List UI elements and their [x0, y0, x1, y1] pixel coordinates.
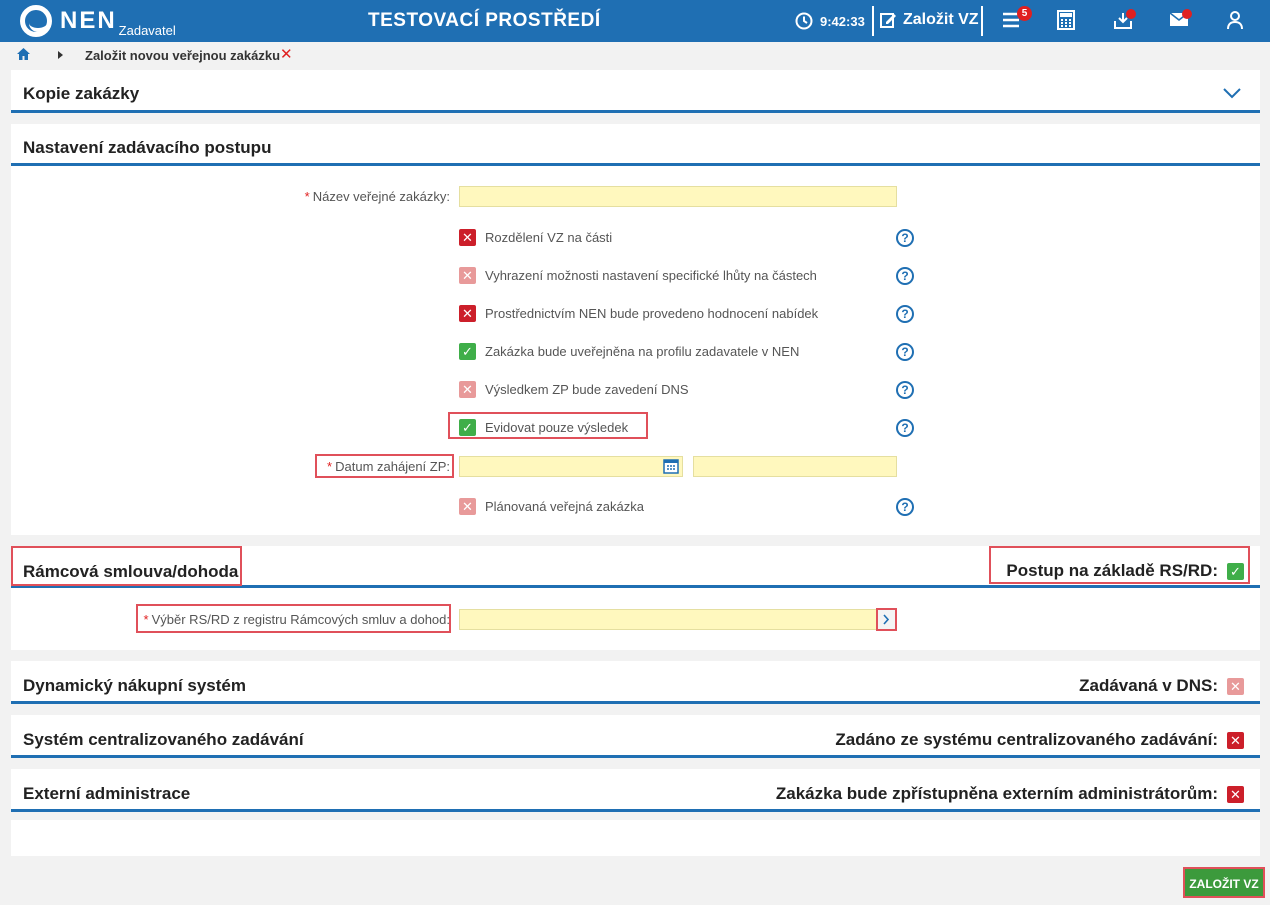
option-row[interactable]: ✕ Rozdělení VZ na části — [459, 229, 612, 246]
logo-text: NEN — [60, 7, 117, 34]
central-toggle-label: Zadáno ze systému centralizovaného zadáv… — [835, 730, 1218, 749]
option-row[interactable]: ✓ Zakázka bude uveřejněna na profilu zad… — [459, 343, 799, 360]
start-date-input[interactable] — [459, 456, 683, 477]
help-icon[interactable]: ? — [896, 305, 914, 323]
vz-name-input[interactable] — [459, 186, 897, 207]
top-separator — [872, 6, 874, 36]
top-separator — [981, 6, 983, 36]
option-label: Vyhrazení možnosti nastavení specifické … — [485, 268, 817, 283]
checkbox-unchecked-icon[interactable]: ✕ — [1227, 731, 1244, 749]
highlight-frame — [11, 546, 242, 586]
logo-mark-icon — [20, 5, 52, 37]
calculator-icon[interactable] — [1057, 10, 1079, 32]
option-row[interactable]: ✕ Prostřednictvím NEN bude provedeno hod… — [459, 305, 818, 322]
dns-section-header: Dynamický nákupní systém Zadávaná v DNS:… — [11, 661, 1260, 704]
option-label: Rozdělení VZ na části — [485, 230, 613, 245]
environment-title: TESTOVACÍ PROSTŘEDÍ — [368, 10, 601, 31]
start-date-label: * Datum zahájení ZP: — [327, 459, 450, 474]
checkbox-checked-icon[interactable]: ✓ — [459, 419, 476, 436]
help-icon[interactable]: ? — [896, 267, 914, 285]
breadcrumb-current: Založit novou veřejnou zakázku — [85, 48, 281, 63]
clock-icon — [795, 12, 813, 30]
checkbox-unchecked-icon[interactable]: ✕ — [459, 305, 476, 322]
central-toggle[interactable]: Zadáno ze systému centralizovaného zadáv… — [835, 730, 1244, 750]
help-icon[interactable]: ? — [896, 419, 914, 437]
help-icon[interactable]: ? — [896, 498, 914, 516]
settings-section-header: Nastavení zadávacího postupu — [11, 124, 1260, 166]
create-vz-top-button[interactable]: Založit VZ — [879, 11, 979, 29]
calendar-icon[interactable] — [663, 458, 679, 479]
option-label: Zakázka bude uveřejněna na profilu zadav… — [485, 344, 800, 359]
vz-name-label: * Název veřejné zakázky: — [304, 189, 450, 204]
close-tab-icon[interactable]: ✕ — [280, 45, 293, 63]
copy-section-header[interactable]: Kopie zakázky — [11, 70, 1260, 113]
checkbox-unchecked-icon[interactable]: ✕ — [459, 229, 476, 246]
framework-select-input[interactable] — [459, 609, 897, 630]
copy-section: Kopie zakázky — [11, 70, 1260, 113]
session-clock: 9:42:33 — [795, 12, 865, 30]
option-label: Evidovat pouze výsledek — [485, 420, 629, 435]
option-row: ✕ Vyhrazení možnosti nastavení specifick… — [459, 267, 817, 284]
settings-section-title: Nastavení zadávacího postupu — [23, 138, 272, 157]
clock-time: 9:42:33 — [820, 13, 865, 29]
option-row[interactable]: ✓ Evidovat pouze výsledek — [459, 419, 628, 436]
help-icon[interactable]: ? — [896, 229, 914, 247]
create-vz-top-label: Založit VZ — [903, 11, 979, 28]
checkbox-disabled-icon: ✕ — [459, 498, 476, 515]
create-vz-submit-button[interactable]: ZALOŽIT VZ — [1183, 867, 1265, 898]
framework-select-button[interactable] — [876, 608, 897, 631]
external-section-header: Externí administrace Zakázka bude zpříst… — [11, 769, 1260, 812]
breadcrumb: Založit novou veřejnou zakázku ✕ — [0, 42, 1270, 68]
copy-section-title: Kopie zakázky — [23, 84, 140, 103]
checkbox-disabled-icon: ✕ — [459, 267, 476, 284]
dns-section: Dynamický nákupní systém Zadávaná v DNS:… — [11, 661, 1260, 704]
dns-toggle-label: Zadávaná v DNS: — [1079, 676, 1218, 695]
user-icon[interactable] — [1225, 10, 1247, 32]
logo-subtitle: Zadavatel — [118, 23, 176, 38]
option-label: Plánovaná veřejná zakázka — [485, 499, 644, 514]
option-label: Výsledkem ZP bude zavedení DNS — [485, 382, 689, 397]
home-icon[interactable] — [16, 47, 31, 64]
chevron-right-icon — [883, 614, 890, 625]
empty-panel — [11, 820, 1260, 856]
help-icon[interactable]: ? — [896, 381, 914, 399]
top-bar: NEN Zadavatel TESTOVACÍ PROSTŘEDÍ 9:42:3… — [0, 0, 1270, 42]
checkbox-unchecked-icon[interactable]: ✕ — [1227, 785, 1244, 803]
start-time-input[interactable] — [693, 456, 897, 477]
option-label: Prostřednictvím NEN bude provedeno hodno… — [485, 306, 819, 321]
central-section: Systém centralizovaného zadávání Zadáno … — [11, 715, 1260, 758]
nen-logo[interactable]: NEN Zadavatel — [20, 5, 176, 38]
option-row: ✕ Výsledkem ZP bude zavedení DNS — [459, 381, 689, 398]
external-section-title: Externí administrace — [23, 784, 191, 803]
external-section: Externí administrace Zakázka bude zpříst… — [11, 769, 1260, 812]
checkbox-disabled-icon: ✕ — [1227, 677, 1244, 695]
downloads-indicator-dot — [1126, 9, 1136, 19]
checkbox-disabled-icon: ✕ — [459, 381, 476, 398]
chevron-down-icon[interactable] — [1223, 86, 1241, 104]
mail-indicator-dot — [1182, 9, 1192, 19]
external-toggle-label: Zakázka bude zpřístupněna externím admin… — [775, 784, 1218, 803]
external-toggle[interactable]: Zakázka bude zpřístupněna externím admin… — [776, 784, 1244, 804]
help-icon[interactable]: ? — [896, 343, 914, 361]
option-row: ✕ Plánovaná veřejná zakázka — [459, 498, 644, 515]
central-section-header: Systém centralizovaného zadávání Zadáno … — [11, 715, 1260, 758]
checkbox-checked-icon[interactable]: ✓ — [459, 343, 476, 360]
highlight-frame — [989, 546, 1250, 584]
framework-select-label: * Výběr RS/RD z registru Rámcových smluv … — [143, 612, 450, 627]
central-section-title: Systém centralizovaného zadávání — [23, 730, 304, 749]
notification-badge: 5 — [1017, 6, 1032, 21]
breadcrumb-arrow-icon — [58, 51, 63, 59]
dns-section-title: Dynamický nákupní systém — [23, 676, 246, 695]
dns-toggle: Zadávaná v DNS: ✕ — [1079, 676, 1244, 696]
edit-icon — [880, 13, 896, 28]
